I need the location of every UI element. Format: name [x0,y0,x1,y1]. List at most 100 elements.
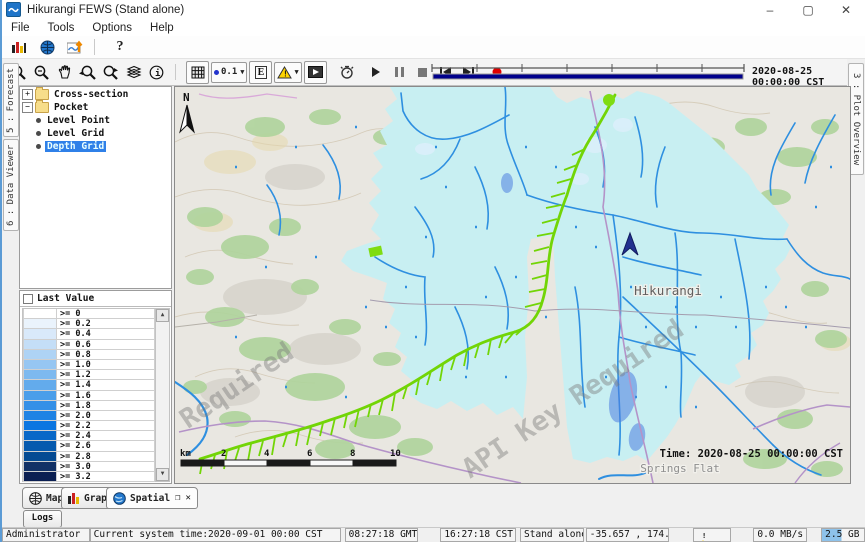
tab-data-viewer[interactable]: 6 : Data Viewer [3,139,19,231]
pause-button[interactable] [389,62,410,83]
contour-threshold-dropdown[interactable]: 0.1 ▼ [211,62,247,83]
zoom-previous-icon[interactable] [77,62,98,83]
status-warning-cell[interactable] [693,528,731,542]
collapse-icon[interactable]: − [22,102,33,113]
thresholds-warning-dropdown[interactable]: ! ▼ [274,62,301,83]
legend-color-swatch [23,319,57,329]
app-logo-icon [6,2,21,17]
zoom-next-icon[interactable] [100,62,121,83]
node-bullet-icon [36,131,41,136]
legend-row-label: >= 0 [57,309,155,319]
legend-color-swatch [23,391,57,401]
status-gmt-time: 08:27:18 GMT [345,528,419,542]
save-animation-icon[interactable] [337,62,358,83]
legend-row[interactable]: >= 2.8 [23,452,155,462]
status-local-time: 16:27:18 CST [440,528,516,542]
legend-row[interactable]: >= 3.2 [23,472,155,482]
legend-row[interactable]: >= 1.6 [23,391,155,401]
scroll-up-icon[interactable]: ▲ [156,309,169,322]
tab-spatial-label: Spatial [130,493,170,504]
tree-node-pocket[interactable]: − Pocket [22,101,171,113]
menu-help[interactable]: Help [141,22,183,34]
folder-icon [35,102,49,113]
last-value-checkbox[interactable] [23,294,33,304]
legend-row-label: >= 0.2 [57,319,155,329]
expand-icon[interactable]: + [22,89,33,100]
logs-button[interactable]: Logs [23,510,62,528]
legend-row[interactable]: >= 3.0 [23,462,155,472]
app-window: Hikurangi FEWS (Stand alone) – ▢ ✕ File … [0,0,865,542]
legend-row[interactable]: >= 1.0 [23,360,155,370]
legend-header: Last Value [20,291,171,307]
grid-display-button[interactable] [186,61,209,84]
tab-forecast[interactable]: 5 : Forecast [3,63,19,137]
graph-bars-icon [68,492,80,504]
legend-row-label: >= 3.2 [57,472,155,482]
town-label-hikurangi: Hikurangi [634,283,702,298]
legend-color-swatch [23,421,57,431]
legend-row[interactable]: >= 0.2 [23,319,155,329]
legend-row-label: >= 2.8 [57,452,155,462]
tree-leaf-level-grid[interactable]: Level Grid [22,127,171,139]
tab-maximize-icon[interactable]: ❐ [175,493,180,503]
pan-hand-icon[interactable] [54,62,75,83]
play-button[interactable] [366,62,387,83]
node-bullet-icon [36,118,41,123]
tree-leaf-depth-grid[interactable]: Depth Grid [22,140,171,152]
legend-row[interactable]: >= 0.6 [23,340,155,350]
legend-row[interactable]: >= 0 [23,309,155,319]
svg-text:km: km [180,449,191,459]
legend-color-swatch [23,462,57,472]
animation-button[interactable] [304,61,327,84]
explorer-chart-icon[interactable] [8,38,30,56]
svg-text:4: 4 [264,449,270,459]
chevron-down-icon: ▼ [240,68,244,76]
time-slider[interactable] [429,61,747,83]
legend-row-label: >= 2.0 [57,411,155,421]
maximize-button[interactable]: ▢ [789,0,827,19]
map-canvas[interactable]: API Key Required API Key Required Hikura… [174,86,851,484]
legend-row-label: >= 1.2 [57,370,155,380]
legend-row-label: >= 2.4 [57,431,155,441]
legend-row[interactable]: >= 2.4 [23,431,155,441]
help-button[interactable]: ? [109,38,131,56]
legend-row-label: >= 2.2 [57,421,155,431]
node-bullet-icon [36,144,41,149]
legend-color-swatch [23,340,57,350]
tab-spatial-active[interactable]: Spatial ❐ ✕ [106,487,198,509]
tree-leaf-level-point[interactable]: Level Point [22,114,171,126]
legend-row[interactable]: >= 1.8 [23,401,155,411]
legend-row[interactable]: >= 0.4 [23,329,155,339]
legend-rows: >= 0>= 0.2>= 0.4>= 0.6>= 0.8>= 1.0>= 1.2… [22,308,156,482]
scroll-down-icon[interactable]: ▼ [156,468,169,481]
globe-icon[interactable] [36,38,58,56]
timeseries-dialog-icon[interactable] [64,38,86,56]
legend-title: Last Value [37,293,94,304]
tree-node-cross-section[interactable]: + Cross-section [22,88,171,100]
legend-button[interactable]: E [249,61,272,84]
legend-row[interactable]: >= 2.0 [23,411,155,421]
legend-row[interactable]: >= 0.8 [23,350,155,360]
legend-row[interactable]: >= 2.2 [23,421,155,431]
zoom-out-icon[interactable] [31,62,52,83]
layers-icon[interactable] [123,62,144,83]
menu-file[interactable]: File [2,22,39,34]
menu-options[interactable]: Options [83,22,141,34]
legend-row[interactable]: >= 2.6 [23,441,155,451]
tab-close-icon[interactable]: ✕ [185,493,190,503]
status-user: Administrator [2,528,90,542]
minimize-button[interactable]: – [751,0,789,19]
main-toolbar: ? [2,36,865,59]
legend-scrollbar[interactable]: ▲ ▼ [155,308,170,482]
legend-row[interactable]: >= 1.2 [23,370,155,380]
tree-node-label: Cross-section [52,89,130,100]
map-globe-icon [29,492,42,505]
close-button[interactable]: ✕ [827,0,865,19]
info-icon[interactable]: i [146,62,167,83]
legend-color-swatch [23,329,57,339]
menu-tools[interactable]: Tools [39,22,84,34]
legend-row[interactable]: >= 1.4 [23,380,155,390]
menu-bar: File Tools Options Help [2,19,865,36]
legend-row-label: >= 1.0 [57,360,155,370]
status-coordinates: -35.657 , 174.199 [586,528,670,542]
